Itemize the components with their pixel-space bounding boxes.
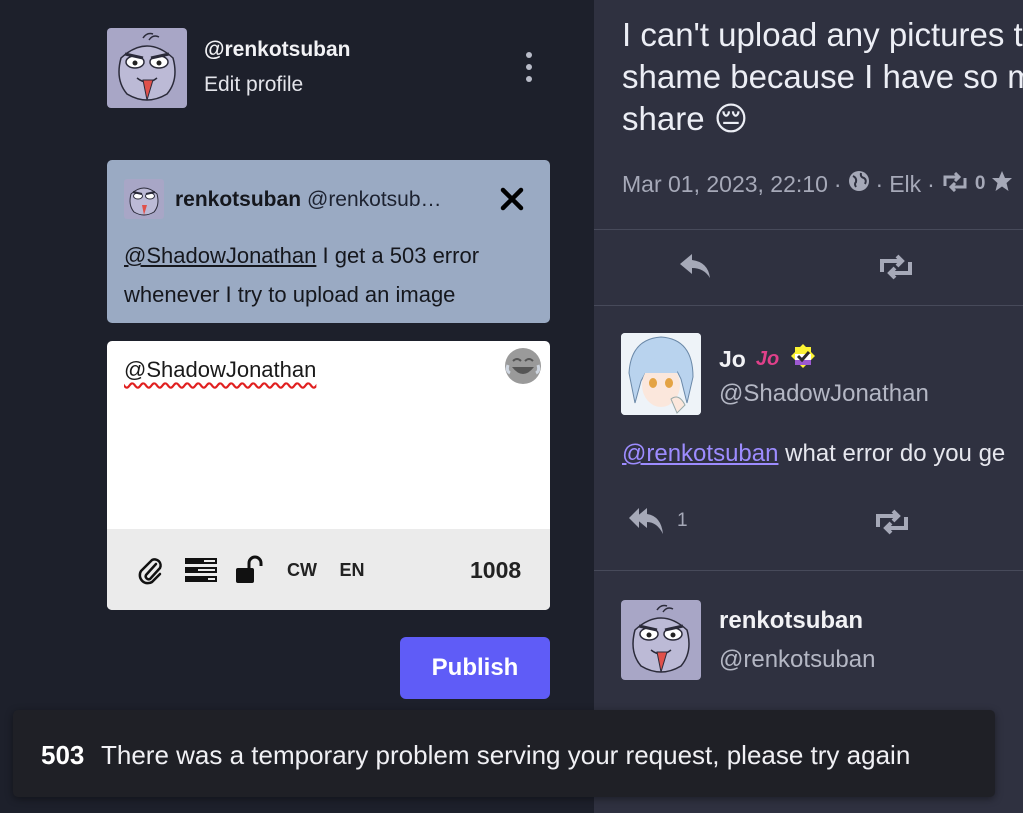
renkotsuban-display-name[interactable]: renkotsuban [719, 607, 863, 635]
more-options-icon[interactable] [522, 52, 536, 82]
error-code: 503 [41, 740, 85, 770]
renkotsuban-avatar[interactable] [621, 600, 701, 680]
jo-post-text: @renkotsuban what error do you ge [622, 440, 1006, 467]
divider [594, 229, 1023, 230]
compose-column: @renkotsuban Edit profile renkotsuban @r… [0, 0, 594, 813]
globe-icon [848, 170, 870, 198]
emoji-picker-icon[interactable] [502, 345, 544, 387]
compose-toolbar: CW EN 1008 [107, 529, 550, 610]
jo-display-name[interactable]: Jo Jo [719, 342, 817, 376]
status-meta: Mar 01, 2023, 22:10 · · Elk · 0 [622, 170, 1013, 198]
jojo-emoji: Jo [755, 347, 780, 370]
pensive-emoji: 😔 [713, 100, 749, 137]
reply-mention[interactable]: @ShadowJonathan [124, 243, 316, 268]
edit-profile-link[interactable]: Edit profile [204, 73, 303, 97]
jo-avatar[interactable] [621, 333, 701, 415]
reply-text: @ShadowJonathan I get a 503 error whenev… [124, 236, 534, 314]
language-button[interactable]: EN [337, 555, 367, 585]
compose-box[interactable]: @ShadowJonathan CW EN 1008 [107, 341, 550, 610]
reply-all-icon [629, 508, 663, 534]
account-handle[interactable]: @renkotsuban [204, 38, 351, 62]
close-icon[interactable] [497, 184, 527, 214]
boost-button-icon[interactable] [873, 509, 911, 535]
status-date[interactable]: Mar 01, 2023, 22:10 [622, 171, 828, 198]
status-line-3: share 😔 [622, 100, 749, 137]
verified-nonbinary-icon [789, 342, 817, 376]
thread-column: I can't upload any pictures to shame bec… [594, 0, 1023, 813]
error-message: There was a temporary problem serving yo… [101, 740, 911, 770]
reply-author-acct: @renkotsuban@... [307, 188, 449, 211]
publish-button[interactable]: Publish [400, 637, 550, 699]
reply-author-avatar [124, 179, 164, 219]
compose-input[interactable]: @ShadowJonathan [124, 357, 316, 383]
account-avatar[interactable] [107, 28, 187, 108]
attachment-icon[interactable] [135, 555, 165, 585]
boost-count: 0 [974, 173, 986, 194]
status-app[interactable]: Elk [889, 171, 921, 198]
error-toast: 503 There was a temporary problem servin… [13, 710, 995, 797]
reply-button[interactable]: 1 [629, 506, 688, 536]
star-icon [991, 170, 1013, 198]
status-line-1: I can't upload any pictures to [622, 16, 1023, 53]
renkotsuban-handle[interactable]: @renkotsuban [719, 646, 875, 674]
reply-count: 1 [677, 510, 688, 531]
jo-handle[interactable]: @ShadowJonathan [719, 380, 929, 408]
divider [594, 570, 1023, 571]
jo-mention[interactable]: @renkotsuban [622, 440, 778, 467]
replying-to-card: renkotsuban @renkotsuban@... @ShadowJona… [107, 160, 550, 323]
character-count: 1008 [470, 557, 522, 583]
boost-icon [941, 171, 969, 198]
divider [594, 305, 1023, 306]
status-content: I can't upload any pictures to shame bec… [622, 14, 1023, 140]
reply-icon[interactable] [678, 252, 712, 280]
content-warning-button[interactable]: CW [285, 555, 319, 585]
reply-author-name: renkotsuban [175, 188, 302, 211]
visibility-unlock-icon[interactable] [235, 555, 267, 585]
boost-button-icon[interactable] [877, 254, 915, 280]
status-line-2: shame because I have so m [622, 58, 1023, 95]
poll-icon[interactable] [184, 555, 218, 585]
